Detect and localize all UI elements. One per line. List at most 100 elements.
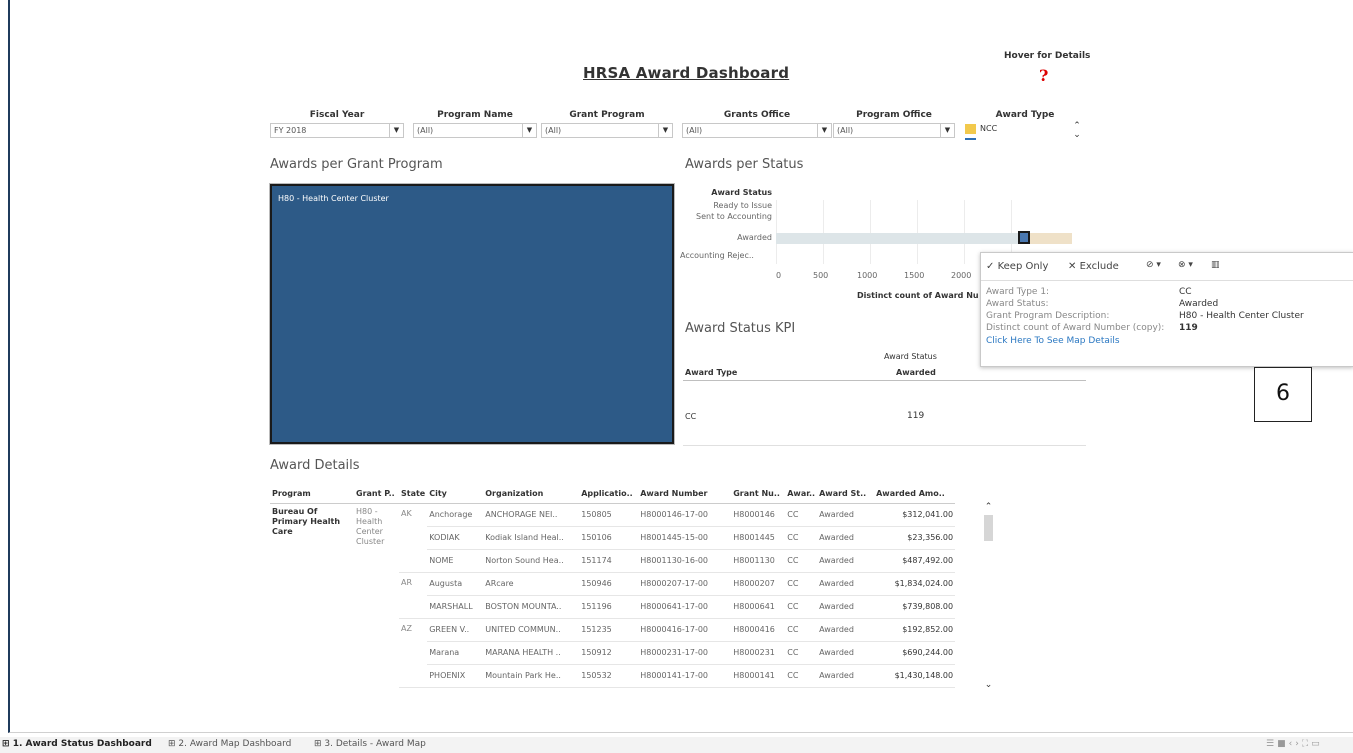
cell-grant-number: H8000146 [731,503,786,527]
cell-grant-number: H8001445 [731,526,786,550]
tick-1500: 1500 [904,271,925,280]
tab-award-status-dashboard[interactable]: ⊞ 1. Award Status Dashboard [2,739,152,749]
chevron-up-icon[interactable]: ⌃ [983,502,994,512]
tooltip-divider [981,280,1353,281]
filmstrip-icon[interactable]: ■ [1277,739,1289,749]
group-members-button[interactable]: ⊘ ▾ [1146,260,1161,270]
cell-awarded-amount: $690,244.00 [874,641,956,665]
scrollbar-thumb[interactable] [984,515,993,541]
tooltip-value: CC [1179,287,1192,297]
tab-award-map-dashboard[interactable]: ⊞ 2. Award Map Dashboard [168,739,291,749]
cell-award-type: CC [785,595,818,619]
cell-awarded-amount: $23,356.00 [874,526,956,550]
treemap-cell-label: H80 - Health Center Cluster [278,194,389,203]
exclude-button[interactable]: ✕ Exclude [1068,261,1119,272]
chevron-down-icon: ▼ [658,124,672,137]
tab-details-award-map[interactable]: ⊞ 3. Details - Award Map [314,739,426,749]
fiscal-year-dropdown[interactable]: FY 2018 ▼ [270,123,404,138]
view-data-button[interactable]: ▥ [1211,260,1220,270]
program-name-dropdown[interactable]: (All) ▼ [413,123,537,138]
treemap-title: Awards per Grant Program [270,157,443,172]
col-header-award-number[interactable]: Award Number [638,484,732,504]
col-header-award-status[interactable]: Award St.. [817,484,875,504]
gridline [917,200,918,264]
col-header-program[interactable]: Program [270,484,354,504]
sheet-nav-controls[interactable]: ☰■‹›⛶▭ [1266,739,1323,749]
col-header-grant-number[interactable]: Grant Nu.. [731,484,786,504]
cell-application: 150912 [579,641,639,665]
cell-award-number: H8000207-17-00 [638,572,732,596]
dashboard-title: HRSA Award Dashboard [583,64,790,82]
legend-item-ncc[interactable]: NCC [980,124,997,133]
chevron-down-icon[interactable]: ⌄ [1072,131,1082,140]
cell-state: AK [399,503,428,573]
grid-view-icon[interactable]: ☰ [1266,739,1277,749]
tick-2000: 2000 [951,271,972,280]
grants-office-dropdown[interactable]: (All) ▼ [682,123,832,138]
col-header-organization[interactable]: Organization [483,484,580,504]
present-icon[interactable]: ▭ [1311,739,1323,749]
create-set-button[interactable]: ⊗ ▾ [1178,260,1193,270]
ncc-color-swatch [965,124,976,134]
cell-award-number: H8001445-15-00 [638,526,732,550]
gridline [776,200,777,264]
cell-grant-number: H8001130 [731,549,786,573]
cell-city: Anchorage [427,503,484,527]
grant-program-dropdown[interactable]: (All) ▼ [541,123,673,138]
details-scrollbar[interactable]: ⌃ ⌄ [983,502,994,694]
col-header-awarded-amount[interactable]: Awarded Amo.. [874,484,956,504]
tooltip-value: 119 [1179,323,1198,333]
gridline [823,200,824,264]
cell-city: PHOENIX [427,664,484,688]
bar-awarded-cc-selected[interactable] [1018,231,1030,244]
fullscreen-icon[interactable]: ⛶ [1302,739,1311,749]
tooltip-value: Awarded [1179,299,1219,309]
set-icon: ⊗ [1178,260,1186,270]
cell-state: AZ [399,618,428,688]
tooltip-value: H80 - Health Center Cluster [1179,311,1304,321]
cell-grant-number: H8000141 [731,664,786,688]
grants-office-value: (All) [686,126,703,135]
view-data-icon: ▥ [1211,260,1220,270]
cell-application: 150946 [579,572,639,596]
help-icon[interactable]: ? [1039,66,1048,85]
cell-organization: ANCHORAGE NEI.. [483,503,580,527]
tooltip-key: Award Status: [986,299,1049,309]
map-details-link[interactable]: Click Here To See Map Details [986,336,1120,346]
filter-label-grant-program: Grant Program [569,110,645,120]
legend-scroll-arrows[interactable]: ⌃ ⌄ [1072,122,1082,140]
tab-label: 2. Award Map Dashboard [178,739,292,749]
cell-program: Bureau Of Primary Health Care [272,506,341,536]
details-title: Award Details [270,458,360,473]
cell-organization: Kodiak Island Heal.. [483,526,580,550]
table-row[interactable]: Bureau Of Primary Health Care H80 - Heal… [270,503,956,573]
cell-award-status: Awarded [817,549,875,573]
cell-city: MARSHALL [427,595,484,619]
col-header-city[interactable]: City [427,484,484,504]
treemap-cell-h80[interactable]: H80 - Health Center Cluster [269,183,675,445]
cell-city: KODIAK [427,526,484,550]
cell-grant-program: H80 - Health Center Cluster [356,506,385,546]
chevron-down-icon: ▼ [389,124,403,137]
col-header-application[interactable]: Applicatio.. [579,484,639,504]
cell-award-type: CC [785,618,818,642]
chevron-down-icon: ▼ [817,124,831,137]
hover-details-label: Hover for Details [1004,51,1091,61]
chevron-right-icon[interactable]: › [1295,739,1302,749]
cell-award-type: CC [785,526,818,550]
cell-award-type: CC [785,549,818,573]
status-label-rejected: Accounting Rejec.. [680,251,754,260]
col-header-state[interactable]: State [399,484,428,504]
program-office-dropdown[interactable]: (All) ▼ [833,123,955,138]
bar-awarded-background[interactable] [776,233,1018,244]
kpi-col-value: Awarded [896,368,936,377]
col-header-grant-program[interactable]: Grant P.. [354,484,399,504]
col-header-award-type[interactable]: Awar.. [785,484,818,504]
cell-awarded-amount: $312,041.00 [874,503,956,527]
filter-label-grants-office: Grants Office [723,110,791,120]
chevron-down-icon: ▼ [940,124,954,137]
kpi-cell-value: 119 [907,411,925,421]
keep-only-button[interactable]: ✓ Keep Only [986,261,1048,272]
chevron-down-icon[interactable]: ⌄ [983,680,994,690]
cell-grant-number: H8000231 [731,641,786,665]
